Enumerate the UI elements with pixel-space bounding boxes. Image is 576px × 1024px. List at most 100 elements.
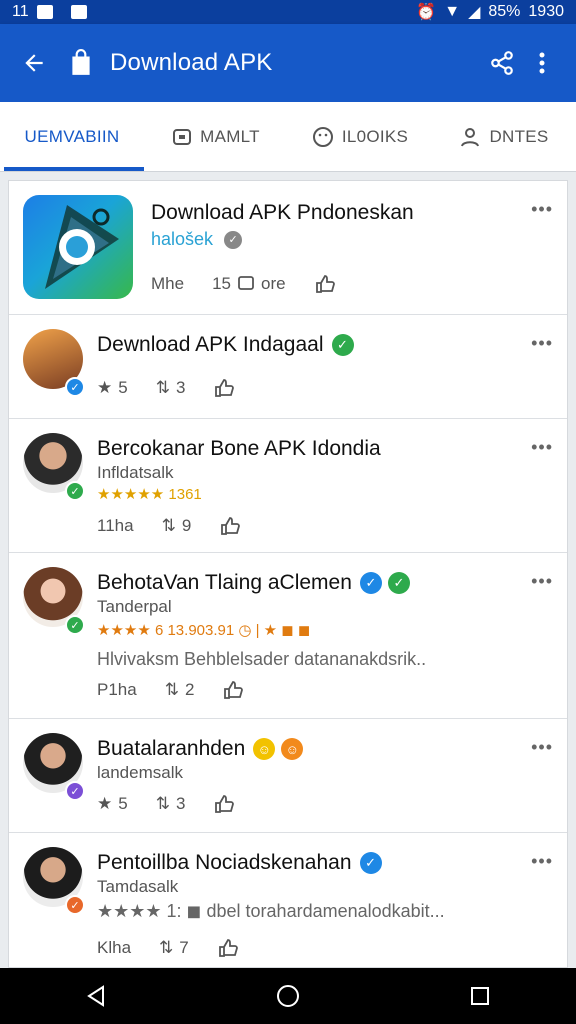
more-vert-icon xyxy=(539,52,545,74)
star-button[interactable]: ★ 5 xyxy=(97,378,128,398)
item-actions: ★ 5 ⇅ 3 xyxy=(97,377,235,399)
back-button[interactable] xyxy=(14,43,54,83)
item-description: ★★★★ 1: ◼ dbel torahardamenalodkabit... xyxy=(97,901,445,921)
featured-app-card[interactable]: Download APK Pndoneskan ••• halošek ✓ Mh… xyxy=(9,181,567,315)
list-item[interactable]: ✓ Pentoillba Nociadskenahan ✓ ••• Tamdasa… xyxy=(9,833,567,967)
thumbs-up-icon xyxy=(218,939,238,957)
emoji-icon: ☺ xyxy=(281,738,304,761)
repost-count: 3 xyxy=(175,378,186,397)
notification-icon xyxy=(70,5,87,19)
more-options-button[interactable]: ••• xyxy=(531,737,553,758)
verified-icon: ✓ xyxy=(359,572,382,595)
verified-badge: ✓ xyxy=(65,895,85,915)
repost-button[interactable]: ⇅ 3 xyxy=(156,378,186,398)
thumbs-up-icon xyxy=(224,681,244,699)
item-name: BehotaVan Tlaing aClemen ✓ ✓ xyxy=(97,571,410,595)
user-icon xyxy=(461,127,480,146)
repost-icon: ⇅ xyxy=(164,680,179,699)
reaction-count: 11ha xyxy=(97,516,134,535)
more-options-button[interactable]: ••• xyxy=(531,199,553,220)
thumbs-up-icon xyxy=(215,795,235,813)
like-button[interactable] xyxy=(217,937,239,959)
reaction-count: Klha xyxy=(97,938,132,957)
reaction-count: P1ha xyxy=(97,680,137,699)
repost-count: 2 xyxy=(184,680,195,699)
nav-recents-button[interactable] xyxy=(460,976,500,1016)
page-title: Download APK xyxy=(110,49,273,76)
thumbs-up-icon xyxy=(221,517,241,535)
arrow-left-icon xyxy=(25,54,43,72)
emoji-icon: ☺ xyxy=(253,738,276,761)
comment-button[interactable]: 15 ore xyxy=(212,274,286,294)
verified-badge: ✓ xyxy=(65,615,85,635)
item-description: Hlvivaksm Behblelsader datananakdsrik.. xyxy=(97,649,427,669)
bag-icon xyxy=(72,49,90,75)
box-icon xyxy=(173,128,192,145)
more-options-button[interactable]: ••• xyxy=(531,571,553,592)
repost-icon: ⇅ xyxy=(159,938,174,957)
featured-handle: halošek xyxy=(151,229,214,249)
repost-button[interactable]: ⇅ 7 xyxy=(159,938,189,958)
status-time: 11 xyxy=(12,3,29,20)
list-item[interactable]: ✓ Dewnload APK Indagaal ✓ ••• ★ 5 ⇅ 3 xyxy=(9,315,567,419)
tab-4[interactable]: DNTES xyxy=(432,102,576,171)
square-recents-icon xyxy=(471,987,489,1005)
repost-button[interactable]: ⇅ 9 xyxy=(162,516,192,536)
list-item[interactable]: ✓ BehotaVan Tlaing aClemen ✓ ✓ ••• Tanderp… xyxy=(9,553,567,719)
tab-bar: UEMVABIIN MAMLT IL0OIKS DNTES xyxy=(0,102,576,172)
item-actions: ★ 5 ⇅ 3 xyxy=(97,793,235,815)
verified-icon: ✓ xyxy=(387,572,410,595)
verified-icon: ✓ xyxy=(331,334,354,357)
overflow-menu-button[interactable] xyxy=(522,43,562,83)
list-item[interactable]: ✓ Buatalaranhden ☺ ☺ ••• landemsalk ★ 5 ⇅ … xyxy=(9,719,567,833)
tab-label: IL0OIKS xyxy=(341,126,409,146)
like-button[interactable] xyxy=(314,273,336,295)
like-button[interactable] xyxy=(213,793,235,815)
item-handle: Tamdasalk xyxy=(97,877,179,896)
item-name: Pentoillba Nociadskenahan ✓ xyxy=(97,851,382,875)
repost-button[interactable]: ⇅ 3 xyxy=(156,794,186,814)
comment-label: ore xyxy=(261,274,286,293)
more-options-button[interactable]: ••• xyxy=(531,333,553,354)
star-button[interactable]: ★ 5 xyxy=(97,794,128,814)
tab-2[interactable]: MAMLT xyxy=(144,102,288,171)
item-handle: landemsalk xyxy=(97,763,183,782)
star-icon: ★ xyxy=(97,794,113,813)
tab-1[interactable]: UEMVABIIN xyxy=(0,102,144,171)
comment-count: 15 xyxy=(212,274,231,293)
item-actions: Klha ⇅ 7 xyxy=(97,937,239,959)
nav-home-button[interactable] xyxy=(268,976,308,1016)
like-button[interactable] xyxy=(213,377,235,399)
app-icon xyxy=(23,195,133,299)
star-count: 5 xyxy=(118,378,128,397)
featured-sub: halošek ✓ xyxy=(151,229,243,250)
item-rating: ★★★★ 6 13.903.91 ◷ | ★ ◼ ◼ xyxy=(97,622,311,639)
like-button[interactable] xyxy=(219,515,241,537)
thumbs-up-icon xyxy=(215,379,235,397)
face-icon xyxy=(312,126,333,147)
list-item[interactable]: ✓ Bercokanar Bone APK Idondia ••• Inflda… xyxy=(9,419,567,553)
like-button[interactable] xyxy=(222,679,244,701)
more-options-button[interactable]: ••• xyxy=(531,437,553,458)
featured-actions: Mhe 15 ore xyxy=(151,273,336,295)
verified-icon: ✓ xyxy=(224,231,243,250)
repost-icon: ⇅ xyxy=(155,378,170,397)
wifi-icon: ▼ xyxy=(444,3,461,20)
repost-button[interactable]: ⇅ 2 xyxy=(165,680,195,700)
item-handle: Infldatsalk xyxy=(97,463,174,482)
more-options-button[interactable]: ••• xyxy=(531,851,553,872)
nav-back-button[interactable] xyxy=(76,976,116,1016)
comment-icon xyxy=(238,276,254,290)
system-nav-bar xyxy=(0,968,576,1024)
repost-count: 3 xyxy=(175,794,186,813)
signal-icon: ◢ xyxy=(468,4,481,21)
featured-name: Download APK Pndoneskan xyxy=(151,201,414,224)
share-icon xyxy=(491,51,513,75)
thumbs-up-icon xyxy=(315,275,335,293)
tab-3[interactable]: IL0OIKS xyxy=(288,102,432,171)
share-button[interactable] xyxy=(482,43,522,83)
battery-level: 85% xyxy=(488,3,521,20)
circle-home-icon xyxy=(277,985,299,1007)
repost-icon: ⇅ xyxy=(155,794,170,813)
verified-badge: ✓ xyxy=(65,377,85,397)
